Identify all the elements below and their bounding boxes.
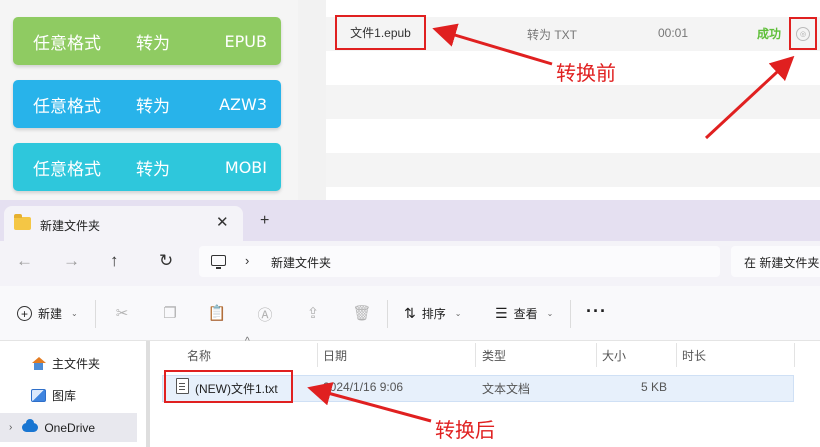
column-divider[interactable] xyxy=(475,343,476,367)
task-row-empty xyxy=(326,119,820,153)
chevron-down-icon: ⌄ xyxy=(71,309,78,318)
column-header-type[interactable]: 类型 xyxy=(482,341,506,369)
tab-bar: 新建文件夹 ✕ + xyxy=(0,200,820,241)
file-type: 文本文档 xyxy=(482,382,531,396)
task-row-empty xyxy=(326,153,820,187)
column-header-date[interactable]: 日期 xyxy=(323,341,347,369)
convert-source-label: 任意格式 xyxy=(33,159,101,179)
convert-format-label: MOBI xyxy=(224,157,267,177)
breadcrumb-current[interactable]: 新建文件夹 xyxy=(271,254,331,271)
convert-middle-label: 转为 xyxy=(136,33,170,53)
task-time: 00:01 xyxy=(658,26,689,40)
chevron-right-icon[interactable]: › xyxy=(9,422,12,433)
view-icon: ☰ xyxy=(495,305,508,321)
search-input[interactable]: 在 新建文件夹 中搜索 xyxy=(731,246,820,277)
nav-item-home[interactable]: 主文件夹 xyxy=(0,349,137,378)
column-divider[interactable] xyxy=(794,343,795,367)
plus-circle-icon: + xyxy=(17,306,32,321)
back-arrow-icon[interactable]: ← xyxy=(16,251,33,271)
nav-item-gallery[interactable]: 图库 xyxy=(0,381,137,410)
address-bar-row: ← → ↑ ↻ › 新建文件夹 在 新建文件夹 中搜索 xyxy=(0,241,820,286)
refresh-icon[interactable]: ↻ xyxy=(159,251,173,271)
new-tab-icon[interactable]: + xyxy=(260,212,269,230)
chevron-down-icon: ⌄ xyxy=(546,309,554,318)
convert-to-azw3-button[interactable]: 任意格式 转为 AZW3 xyxy=(13,80,281,128)
view-label: 查看 xyxy=(513,307,538,321)
annotation-after: 转换后 xyxy=(435,420,495,442)
share-icon[interactable]: ⇪ xyxy=(303,304,323,322)
file-date: 2024/1/16 9:06 xyxy=(323,380,404,394)
file-size: 5 KB xyxy=(641,380,668,394)
toolbar-divider xyxy=(387,300,388,328)
column-header-name[interactable]: 名称 xyxy=(187,341,211,369)
delete-icon[interactable]: 🗑 xyxy=(352,304,372,322)
cut-icon[interactable]: ✂ xyxy=(112,304,132,322)
task-status: 成功 xyxy=(757,27,782,41)
navigation-pane: 主文件夹 图库 › OneDrive xyxy=(0,341,147,447)
cloud-icon xyxy=(22,419,39,432)
column-divider[interactable] xyxy=(676,343,677,367)
chevron-right-icon[interactable]: › xyxy=(245,253,249,268)
toolbar-divider xyxy=(95,300,96,328)
nav-item-label: 图库 xyxy=(52,389,77,403)
nav-item-label: OneDrive xyxy=(44,420,96,435)
address-field[interactable]: › 新建文件夹 xyxy=(199,246,720,277)
monitor-icon xyxy=(211,255,226,269)
file-explorer-window: 新建文件夹 ✕ + ← → ↑ ↻ › 新建文件夹 在 新建文件夹 中搜索 + … xyxy=(0,200,820,447)
tab-new-folder[interactable]: 新建文件夹 ✕ xyxy=(4,206,243,241)
paste-icon[interactable]: 📋 xyxy=(207,304,227,322)
home-icon xyxy=(31,357,46,370)
nav-item-onedrive[interactable]: › OneDrive xyxy=(0,413,137,442)
nav-item-label: 主文件夹 xyxy=(52,357,101,371)
text-file-icon xyxy=(176,378,189,394)
close-icon[interactable]: ✕ xyxy=(216,213,229,231)
column-divider[interactable] xyxy=(596,343,597,367)
convert-format-label: AZW3 xyxy=(219,94,267,114)
more-options-icon[interactable]: ··· xyxy=(586,301,607,322)
new-label: 新建 xyxy=(38,307,63,321)
new-button[interactable]: + 新建 ⌄ xyxy=(17,305,78,322)
sort-ascending-icon: ^ xyxy=(245,336,250,347)
folder-icon xyxy=(14,214,31,230)
column-divider[interactable] xyxy=(317,343,318,367)
convert-to-mobi-button[interactable]: 任意格式 转为 MOBI xyxy=(13,143,281,191)
task-file-name: 文件1.epub xyxy=(335,15,426,50)
tab-title: 新建文件夹 xyxy=(40,219,101,233)
file-name[interactable]: (NEW)文件1.txt xyxy=(195,380,278,397)
gallery-icon xyxy=(31,389,46,402)
search-placeholder: 在 新建文件夹 中搜索 xyxy=(744,256,820,270)
convert-source-label: 任意格式 xyxy=(33,96,101,116)
convert-middle-label: 转为 xyxy=(136,96,170,116)
convert-source-label: 任意格式 xyxy=(33,33,101,53)
convert-to-epub-button[interactable]: 任意格式 转为 EPUB xyxy=(13,17,281,65)
convert-format-label: EPUB xyxy=(224,31,267,51)
convert-button-column: 任意格式 转为 EPUB 任意格式 转为 AZW3 任意格式 转为 MOBI xyxy=(0,0,298,200)
forward-arrow-icon[interactable]: → xyxy=(63,251,80,271)
column-header-duration[interactable]: 时长 xyxy=(682,341,706,369)
up-arrow-icon[interactable]: ↑ xyxy=(110,251,119,271)
task-row-empty xyxy=(326,85,820,119)
view-button[interactable]: ☰ 查看 ⌄ xyxy=(495,305,553,322)
annotation-before: 转换前 xyxy=(556,63,616,85)
chevron-down-icon: ⌄ xyxy=(454,309,462,318)
open-folder-icon[interactable]: ◎ xyxy=(796,27,810,41)
rename-icon[interactable]: Ⓐ xyxy=(255,304,275,324)
convert-middle-label: 转为 xyxy=(136,159,170,179)
toolbar-divider xyxy=(570,300,571,328)
command-bar: + 新建 ⌄ ✂ ❐ 📋 Ⓐ ⇪ 🗑 ⇅ 排序 ⌄ ☰ 查看 ⌄ ··· xyxy=(0,286,820,341)
copy-icon[interactable]: ❐ xyxy=(160,304,180,322)
column-header-size[interactable]: 大小 xyxy=(602,341,626,369)
sort-label: 排序 xyxy=(421,307,446,321)
sort-button[interactable]: ⇅ 排序 ⌄ xyxy=(404,305,461,322)
sort-icon: ⇅ xyxy=(404,305,416,321)
task-operation: 转为 TXT xyxy=(527,28,577,42)
